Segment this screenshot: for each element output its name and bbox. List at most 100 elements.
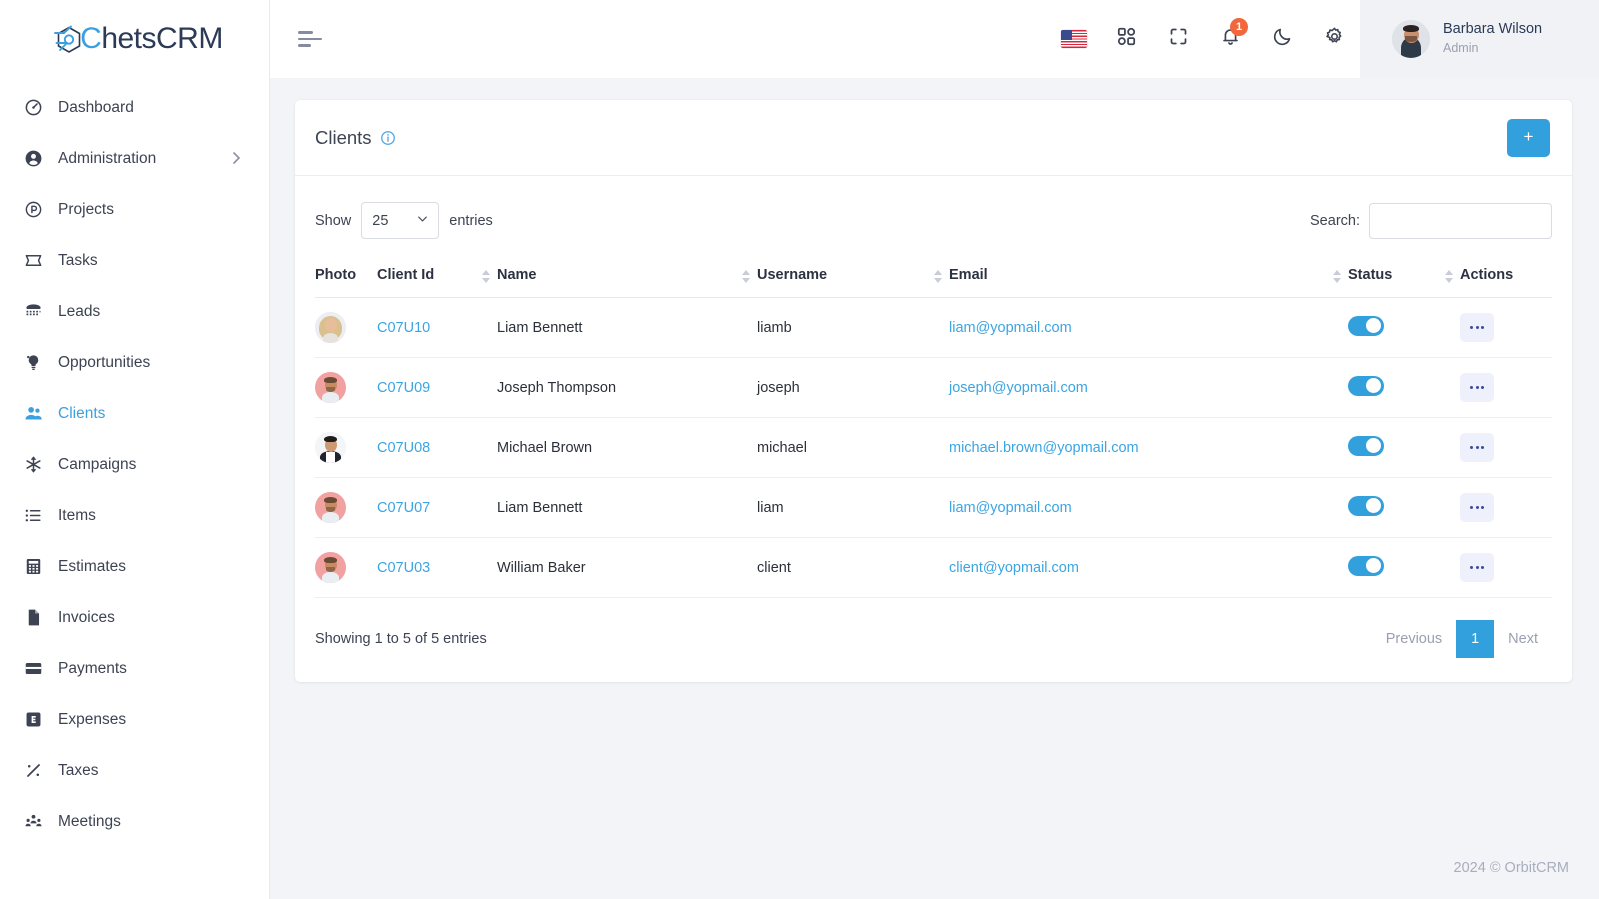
client-id-link[interactable]: C07U08 [377, 440, 430, 456]
column-label: Username [757, 267, 828, 283]
client-avatar [315, 432, 346, 463]
sidebar-nav: Dashboard Administration Projects Tasks … [0, 78, 269, 847]
cell-client-id: C07U07 [377, 477, 497, 538]
status-toggle[interactable] [1348, 315, 1384, 336]
entries-info: Showing 1 to 5 of 5 entries [315, 631, 487, 647]
sidebar-item-projects[interactable]: Projects [0, 184, 269, 235]
cell-actions [1460, 417, 1552, 478]
page-title: Clients [315, 127, 396, 149]
email-link[interactable]: joseph@yopmail.com [949, 380, 1088, 396]
cell-client-id: C07U03 [377, 537, 497, 598]
column-header-email[interactable]: Email [949, 255, 1348, 298]
client-avatar [315, 312, 346, 343]
search-label: Search: [1310, 212, 1360, 229]
brand-logo[interactable]: ChetsCRM [0, 0, 269, 78]
cell-status [1348, 417, 1460, 478]
row-actions-button[interactable] [1460, 433, 1494, 462]
add-client-button[interactable]: + [1507, 118, 1550, 157]
row-actions-button[interactable] [1460, 313, 1494, 342]
language-flag-button[interactable] [1048, 0, 1100, 78]
sidebar-item-payments[interactable]: Payments [0, 643, 269, 694]
pagination-previous[interactable]: Previous [1372, 623, 1456, 655]
expense-box-icon [24, 710, 50, 729]
column-header-client-id[interactable]: Client Id [377, 255, 497, 298]
table-row: C07U08 Michael Brown michael michael.bro… [315, 417, 1552, 478]
fullscreen-button[interactable] [1152, 0, 1204, 78]
profile-menu[interactable]: Barbara Wilson Admin [1360, 0, 1599, 78]
email-link[interactable]: liam@yopmail.com [949, 500, 1072, 516]
ticket-icon [24, 251, 50, 270]
column-label: Name [497, 267, 537, 283]
column-header-status[interactable]: Status [1348, 255, 1460, 298]
funnel-phone-icon [24, 302, 50, 321]
cell-username: joseph [757, 357, 949, 418]
row-actions-button[interactable] [1460, 373, 1494, 402]
column-header-actions: Actions [1460, 255, 1552, 298]
status-toggle[interactable] [1348, 375, 1384, 396]
table-row: C07U09 Joseph Thompson joseph joseph@yop… [315, 357, 1552, 418]
chevron-right-icon [232, 151, 241, 167]
pagination-page-1[interactable]: 1 [1456, 620, 1495, 658]
status-toggle[interactable] [1348, 495, 1384, 516]
clients-card: Clients + Show 25 entries Search: Photo … [295, 100, 1572, 682]
notifications-button[interactable]: 1 [1204, 0, 1256, 78]
cell-status [1348, 537, 1460, 598]
client-avatar [315, 492, 346, 523]
sidebar-item-label: Leads [58, 302, 101, 320]
sidebar-item-campaigns[interactable]: Campaigns [0, 439, 269, 490]
sidebar-item-label: Projects [58, 200, 114, 218]
sidebar-item-estimates[interactable]: Estimates [0, 541, 269, 592]
page-length-value: 25 [372, 212, 389, 229]
pagination-next[interactable]: Next [1494, 623, 1552, 655]
sidebar-item-opportunities[interactable]: Opportunities [0, 337, 269, 388]
settings-button[interactable] [1308, 0, 1360, 78]
cell-photo [315, 357, 377, 418]
cell-username: client [757, 537, 949, 598]
sidebar-item-leads[interactable]: Leads [0, 286, 269, 337]
sidebar-item-invoices[interactable]: Invoices [0, 592, 269, 643]
document-icon [24, 608, 50, 627]
client-id-link[interactable]: C07U07 [377, 500, 430, 516]
row-actions-button[interactable] [1460, 553, 1494, 582]
sidebar-item-clients[interactable]: Clients [0, 388, 269, 439]
sidebar-item-taxes[interactable]: Taxes [0, 745, 269, 796]
sidebar-item-items[interactable]: Items [0, 490, 269, 541]
card-title-text: Clients [315, 126, 372, 148]
user-circle-icon [24, 149, 50, 168]
cell-name: Liam Bennett [497, 477, 757, 538]
chevron-down-icon [416, 212, 429, 229]
entries-label: entries [449, 212, 493, 229]
cell-actions [1460, 537, 1552, 598]
sidebar-item-label: Clients [58, 404, 106, 422]
column-header-username[interactable]: Username [757, 255, 949, 298]
cell-email: michael.brown@yopmail.com [949, 417, 1348, 478]
sidebar-item-dashboard[interactable]: Dashboard [0, 82, 269, 133]
status-toggle[interactable] [1348, 435, 1384, 456]
apps-grid-button[interactable] [1100, 0, 1152, 78]
row-actions-button[interactable] [1460, 493, 1494, 522]
hamburger-icon[interactable] [298, 26, 324, 52]
sort-icon [1445, 267, 1454, 285]
client-id-link[interactable]: C07U03 [377, 560, 430, 576]
client-id-link[interactable]: C07U09 [377, 380, 430, 396]
email-link[interactable]: liam@yopmail.com [949, 320, 1072, 336]
column-header-name[interactable]: Name [497, 255, 757, 298]
sidebar-item-expenses[interactable]: Expenses [0, 694, 269, 745]
email-link[interactable]: client@yopmail.com [949, 560, 1079, 576]
app-root: ChetsCRM Dashboard Administration Projec… [0, 0, 1599, 899]
sidebar-item-tasks[interactable]: Tasks [0, 235, 269, 286]
search-input[interactable] [1369, 202, 1552, 239]
table-toolbar: Show 25 entries Search: [315, 194, 1552, 255]
client-id-link[interactable]: C07U10 [377, 320, 430, 336]
table-header-row: Photo Client Id Name Username Email Stat… [315, 255, 1552, 298]
cell-name: William Baker [497, 537, 757, 598]
status-toggle[interactable] [1348, 555, 1384, 576]
info-circle-icon[interactable] [380, 130, 396, 146]
page-length-select[interactable]: 25 [361, 202, 440, 239]
email-link[interactable]: michael.brown@yopmail.com [949, 440, 1139, 456]
dark-mode-button[interactable] [1256, 0, 1308, 78]
gear-icon [1324, 26, 1345, 52]
cell-username: liam [757, 477, 949, 538]
sidebar-item-administration[interactable]: Administration [0, 133, 269, 184]
sidebar-item-meetings[interactable]: Meetings [0, 796, 269, 847]
